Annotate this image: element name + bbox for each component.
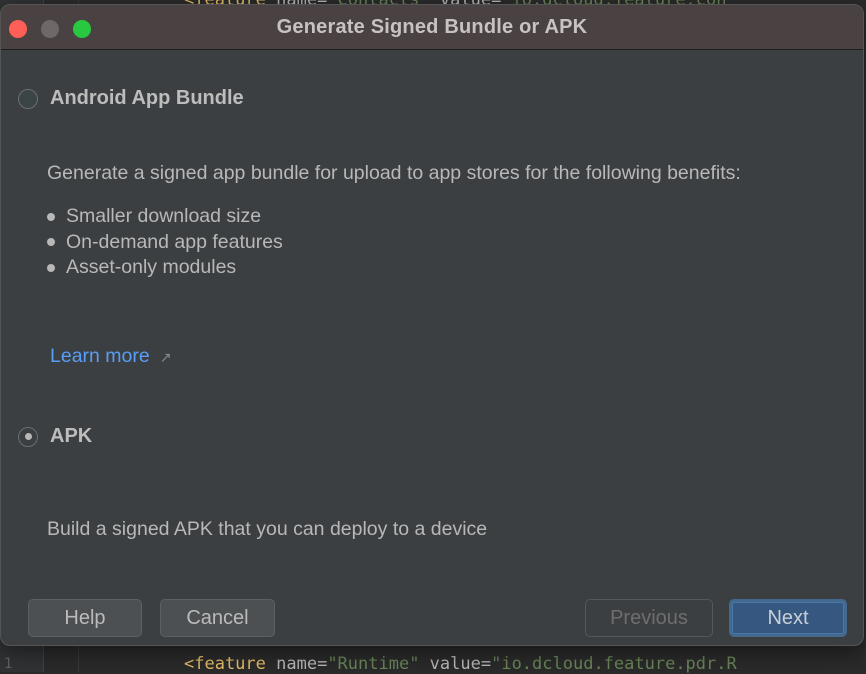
benefit-text: Smaller download size [66,205,262,228]
bullet-icon [47,212,55,221]
android-app-bundle-radio[interactable] [18,88,38,109]
benefit-item: Asset-only modules [47,255,283,281]
benefit-text: On-demand app features [66,230,283,253]
external-link-arrow-icon: ↗ [159,349,172,365]
learn-more-label[interactable]: Learn more [50,345,150,368]
bundle-description: Generate a signed app bundle for upload … [47,162,741,184]
bundle-benefits-list: Smaller download size On-demand app feat… [47,204,283,281]
dialog-titlebar[interactable]: Generate Signed Bundle or APK [1,5,863,50]
code-tag: <feature [184,654,266,674]
code-attr: value= [419,654,492,674]
bullet-icon [47,263,55,272]
code-value: "Runtime" [327,654,420,674]
previous-button[interactable]: Previous [585,599,713,637]
apk-description: Build a signed APK that you can deploy t… [47,518,488,540]
next-button[interactable]: Next [729,599,847,637]
benefit-item: On-demand app features [47,230,283,256]
line-number: 1 [4,656,13,672]
help-button[interactable]: Help [28,599,142,637]
editor-code-line: <feature name="Runtime" value="io.dcloud… [184,654,737,674]
bullet-icon [47,238,55,247]
dialog-title: Generate Signed Bundle or APK [276,16,588,38]
code-attr: name= [265,654,328,674]
option-android-app-bundle[interactable]: Android App Bundle [18,87,244,110]
benefit-item: Smaller download size [47,204,283,230]
android-app-bundle-label[interactable]: Android App Bundle [50,87,244,110]
option-apk[interactable]: APK [18,425,92,448]
code-value: "io.dcloud.feature.pdr.R [491,654,737,674]
learn-more-link[interactable]: Learn more ↗ [50,345,171,368]
benefit-text: Asset-only modules [66,256,237,279]
generate-signed-bundle-dialog: Generate Signed Bundle or APK Android Ap… [0,4,864,646]
apk-label[interactable]: APK [50,425,92,448]
apk-radio[interactable] [18,426,38,447]
cancel-button[interactable]: Cancel [160,599,275,637]
